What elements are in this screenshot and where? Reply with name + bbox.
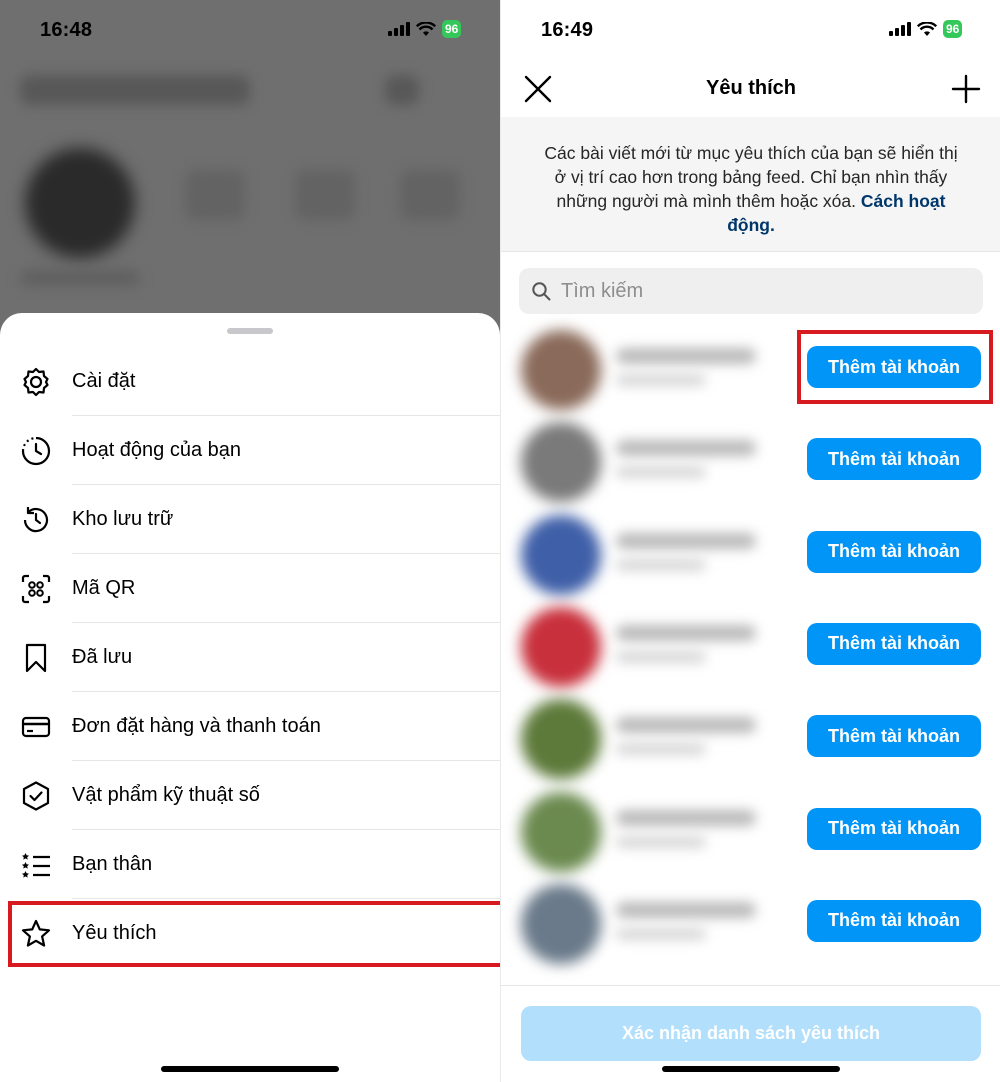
add-account-button[interactable]: Thêm tài khoản: [807, 899, 981, 942]
menu-item-label: Mã QR: [72, 577, 136, 599]
page-title: Yêu thích: [705, 77, 796, 99]
battery-indicator: 96: [442, 20, 462, 38]
blurred-username: [616, 532, 756, 549]
blurred-username: [616, 809, 756, 826]
search-input[interactable]: [561, 268, 961, 314]
blurred-stat: [185, 170, 245, 220]
confirm-favorites-button[interactable]: Xác nhận danh sách yêu thích: [521, 1006, 981, 1061]
menu-item-qr-code[interactable]: Mã QR: [0, 554, 500, 623]
blurred-stat: [295, 170, 355, 220]
wifi-icon: [917, 21, 937, 36]
blurred-fullname: [616, 650, 706, 663]
add-account-button[interactable]: Thêm tài khoản: [807, 715, 981, 758]
search-bar: [519, 268, 983, 314]
blurred-fullname: [616, 835, 706, 848]
archive-history-icon: [23, 506, 49, 532]
suggestion-row[interactable]: Thêm tài khoản: [501, 782, 1000, 874]
signal-icon: [889, 22, 911, 36]
menu-item-your-activity[interactable]: Hoạt động của bạn: [0, 416, 500, 485]
suggestion-row[interactable]: Thêm tài khoản: [501, 505, 1000, 597]
menu-item-label: Kho lưu trữ: [72, 508, 174, 530]
suggestion-row[interactable]: Thêm tài khoản: [501, 874, 1000, 966]
avatar: [521, 791, 601, 872]
avatar: [521, 606, 601, 687]
add-account-button[interactable]: Thêm tài khoản: [807, 622, 981, 665]
blurred-avatar: [25, 148, 135, 258]
blurred-username: [20, 75, 250, 105]
menu-item-archive[interactable]: Kho lưu trữ: [0, 485, 500, 554]
avatar: [521, 422, 601, 503]
blurred-header-icon: [385, 75, 419, 105]
suggestion-row[interactable]: Thêm tài khoản: [501, 412, 1000, 504]
wifi-icon: [416, 21, 436, 36]
menu-item-close-friends[interactable]: Bạn thân: [0, 830, 500, 899]
gear-icon: [23, 367, 49, 396]
status-time: 16:49: [541, 19, 594, 41]
menu-item-label: Vật phẩm kỹ thuật số: [72, 784, 260, 806]
right-panel: 16:49 96 Yêu thích Các bài viết mới từ m…: [500, 0, 1000, 1082]
menu-item-saved[interactable]: Đã lưu: [0, 623, 500, 692]
add-account-button[interactable]: Thêm tài khoản: [807, 530, 981, 573]
avatar: [521, 883, 601, 964]
divider: [501, 985, 1000, 986]
suggestion-row[interactable]: Thêm tài khoản: [501, 597, 1000, 689]
plus-icon[interactable]: [951, 74, 981, 104]
menu-item-label: Đã lưu: [72, 646, 133, 668]
info-banner: Các bài viết mới từ mục yêu thích của bạ…: [501, 117, 1000, 252]
home-indicator: [662, 1066, 840, 1072]
qr-code-icon: [21, 574, 51, 603]
menu-item-label: Đơn đặt hàng và thanh toán: [72, 715, 321, 737]
avatar: [521, 514, 601, 595]
blurred-username: [616, 440, 756, 457]
menu-item-digital-collectibles[interactable]: Vật phẩm kỹ thuật số: [0, 761, 500, 830]
sheet-grabber[interactable]: [227, 328, 273, 334]
blurred-username: [616, 717, 756, 734]
search-icon: [532, 282, 551, 301]
menu-item-label: Hoạt động của bạn: [72, 439, 242, 461]
blurred-username: [616, 901, 756, 918]
blurred-stat: [400, 170, 460, 220]
blurred-fullname: [616, 743, 706, 756]
highlight-box: [797, 330, 993, 404]
blurred-fullname: [616, 374, 706, 386]
blurred-username: [616, 348, 756, 364]
highlight-box: [8, 901, 500, 967]
status-bar: 16:48 96: [0, 0, 500, 62]
shield-check-icon: [22, 780, 50, 811]
menu-item-orders-payments[interactable]: Đơn đặt hàng và thanh toán: [0, 692, 500, 761]
blurred-fullname: [616, 927, 706, 940]
suggestion-row[interactable]: Thêm tài khoản: [501, 689, 1000, 781]
status-time: 16:48: [40, 19, 93, 41]
home-indicator: [161, 1066, 339, 1072]
status-icons: 96: [388, 20, 462, 38]
blurred-username: [616, 624, 756, 641]
menu-item-label: Bạn thân: [72, 853, 153, 875]
menu-item-settings[interactable]: Cài đặt: [0, 347, 500, 416]
add-account-button[interactable]: Thêm tài khoản: [807, 438, 981, 481]
menu-item-label: Cài đặt: [72, 370, 136, 392]
signal-icon: [388, 22, 410, 36]
avatar: [521, 699, 601, 780]
credit-card-icon: [21, 716, 51, 737]
battery-indicator: 96: [943, 20, 963, 38]
close-friends-list-icon: [22, 852, 50, 878]
left-panel: 16:48 96 Cài đặt Hoạt động của bạn Kho l…: [0, 0, 500, 1082]
blurred-fullname: [616, 558, 706, 571]
status-icons: 96: [889, 20, 963, 38]
blurred-fullname: [616, 466, 706, 479]
add-account-button[interactable]: Thêm tài khoản: [807, 807, 981, 850]
info-text: Các bài viết mới từ mục yêu thích của bạ…: [537, 141, 965, 237]
bookmark-icon: [25, 643, 47, 672]
status-bar: 16:49 96: [501, 0, 1000, 62]
activity-icon: [21, 436, 51, 465]
avatar: [521, 330, 601, 410]
blurred-bio: [20, 270, 140, 286]
